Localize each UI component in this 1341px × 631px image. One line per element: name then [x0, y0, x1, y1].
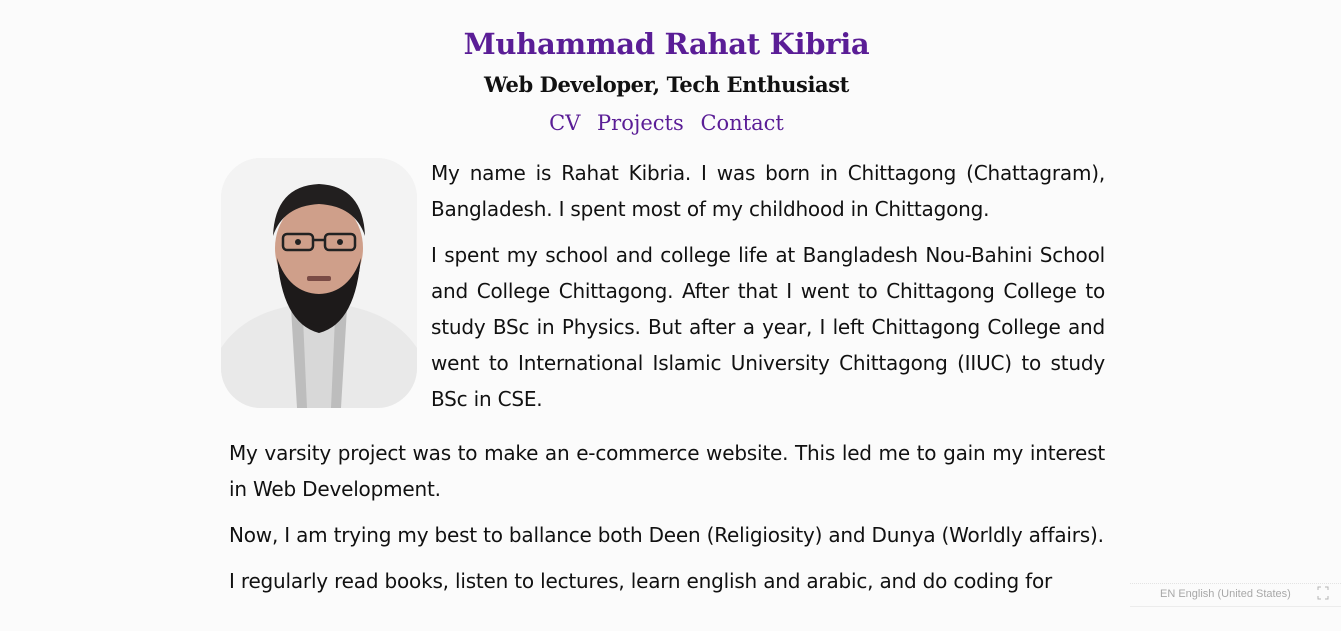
- expand-icon[interactable]: [1317, 586, 1329, 600]
- nav-link-contact[interactable]: Contact: [700, 111, 783, 135]
- profile-photo: [221, 158, 417, 408]
- language-indicator[interactable]: EN English (United States): [1130, 583, 1341, 607]
- bio-paragraph: My varsity project was to make an e-comm…: [229, 441, 1105, 501]
- site-subtitle: Web Developer, Tech Enthusiast: [484, 72, 849, 97]
- site-name: Muhammad Rahat Kibria: [463, 27, 870, 61]
- nav-link-cv[interactable]: CV: [549, 111, 580, 135]
- nav-link-projects[interactable]: Projects: [597, 111, 684, 135]
- language-label: EN English (United States): [1160, 588, 1291, 600]
- bio-paragraph: I regularly read books, listen to lectur…: [229, 569, 1053, 593]
- bio-content: My name is Rahat Kibria. I was born in C…: [221, 155, 1105, 609]
- main-nav: CV Projects Contact: [0, 105, 1333, 141]
- bio-paragraph: Now, I am trying my best to ballance bot…: [229, 523, 1104, 547]
- site-header: Muhammad Rahat Kibria Web Developer, Tec…: [0, 24, 1333, 141]
